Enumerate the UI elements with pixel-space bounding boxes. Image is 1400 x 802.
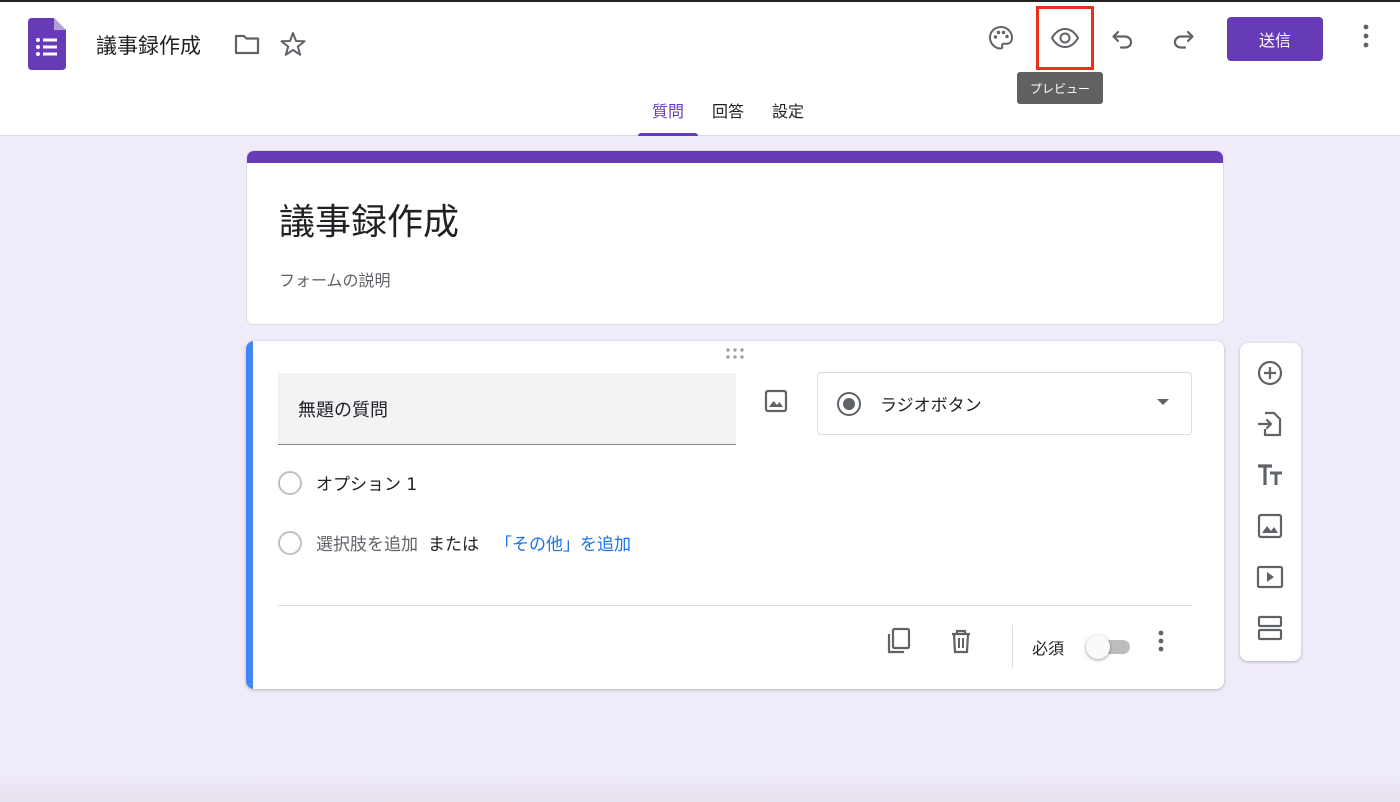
import-questions-icon[interactable] — [1255, 409, 1285, 439]
form-description-field[interactable]: フォームの説明 — [279, 267, 391, 291]
add-image-icon[interactable] — [1255, 511, 1285, 541]
or-text: または — [428, 535, 479, 555]
add-title-icon[interactable] — [1255, 460, 1285, 490]
tab-settings[interactable]: 設定 — [758, 98, 818, 136]
question-type-select[interactable]: ラジオボタン — [817, 372, 1192, 435]
redo-button[interactable] — [1163, 18, 1203, 58]
eye-icon — [1050, 27, 1080, 49]
add-other-link[interactable]: 「その他」を追加 — [495, 530, 631, 555]
card-footer-divider — [278, 605, 1192, 606]
more-options-button[interactable] — [1346, 16, 1386, 56]
customize-theme-button[interactable] — [981, 18, 1021, 58]
redo-icon — [1173, 30, 1194, 49]
send-button[interactable]: 送信 — [1227, 17, 1323, 61]
toggle-knob — [1086, 635, 1110, 659]
star-icon[interactable] — [279, 30, 307, 58]
page-bottom-shade — [0, 772, 1400, 802]
top-edge-line — [0, 0, 1400, 2]
add-option-input[interactable]: 選択肢を追加 — [316, 530, 418, 555]
add-video-icon[interactable] — [1255, 562, 1285, 592]
more-vert-icon — [1363, 24, 1369, 48]
preview-tooltip: プレビュー — [1017, 72, 1103, 104]
required-label: 必須 — [1032, 639, 1065, 658]
palette-icon — [988, 25, 1014, 50]
question-title-input[interactable]: 無題の質問 — [278, 373, 736, 445]
form-title-card: 議事録作成 フォームの説明 — [246, 150, 1224, 325]
question-card: 無題の質問 ラジオボタン オプション 1 選択肢を追加 または 「その他」を追加… — [246, 341, 1224, 689]
doc-title[interactable]: 議事録作成 — [96, 30, 201, 60]
option-row: オプション 1 — [278, 470, 417, 495]
title-card-accent — [247, 151, 1223, 163]
form-title[interactable]: 議事録作成 — [279, 193, 459, 245]
tab-questions[interactable]: 質問 — [638, 98, 699, 136]
add-section-icon[interactable] — [1255, 613, 1285, 643]
forms-app-icon[interactable] — [28, 18, 66, 70]
duplicate-icon[interactable] — [884, 626, 914, 656]
add-image-icon[interactable] — [762, 387, 790, 415]
folder-icon[interactable] — [233, 30, 261, 58]
dropdown-arrow-icon — [1157, 399, 1169, 405]
top-bar: 議事録作成 送信 プレビュー 質問 回答 設定 — [0, 0, 1400, 136]
preview-button[interactable] — [1036, 6, 1094, 70]
undo-button[interactable] — [1103, 18, 1143, 58]
drag-handle-icon[interactable] — [724, 347, 746, 361]
undo-icon — [1112, 30, 1133, 49]
question-type-label: ラジオボタン — [880, 396, 982, 416]
active-card-indicator — [246, 341, 253, 689]
radio-button-icon — [837, 391, 861, 416]
delete-icon[interactable] — [946, 626, 976, 656]
radio-empty-icon — [278, 530, 302, 555]
radio-empty-icon — [278, 470, 302, 495]
question-more-icon[interactable] — [1146, 627, 1176, 657]
form-tabs: 質問 回答 設定 — [638, 98, 818, 136]
footer-separator — [1012, 625, 1013, 667]
tab-responses[interactable]: 回答 — [698, 98, 758, 136]
option-label[interactable]: オプション 1 — [316, 470, 417, 495]
add-question-icon[interactable] — [1255, 358, 1285, 388]
side-toolbar — [1240, 343, 1301, 661]
required-toggle[interactable] — [1086, 635, 1132, 659]
add-option-row: 選択肢を追加 または 「その他」を追加 — [278, 530, 631, 555]
